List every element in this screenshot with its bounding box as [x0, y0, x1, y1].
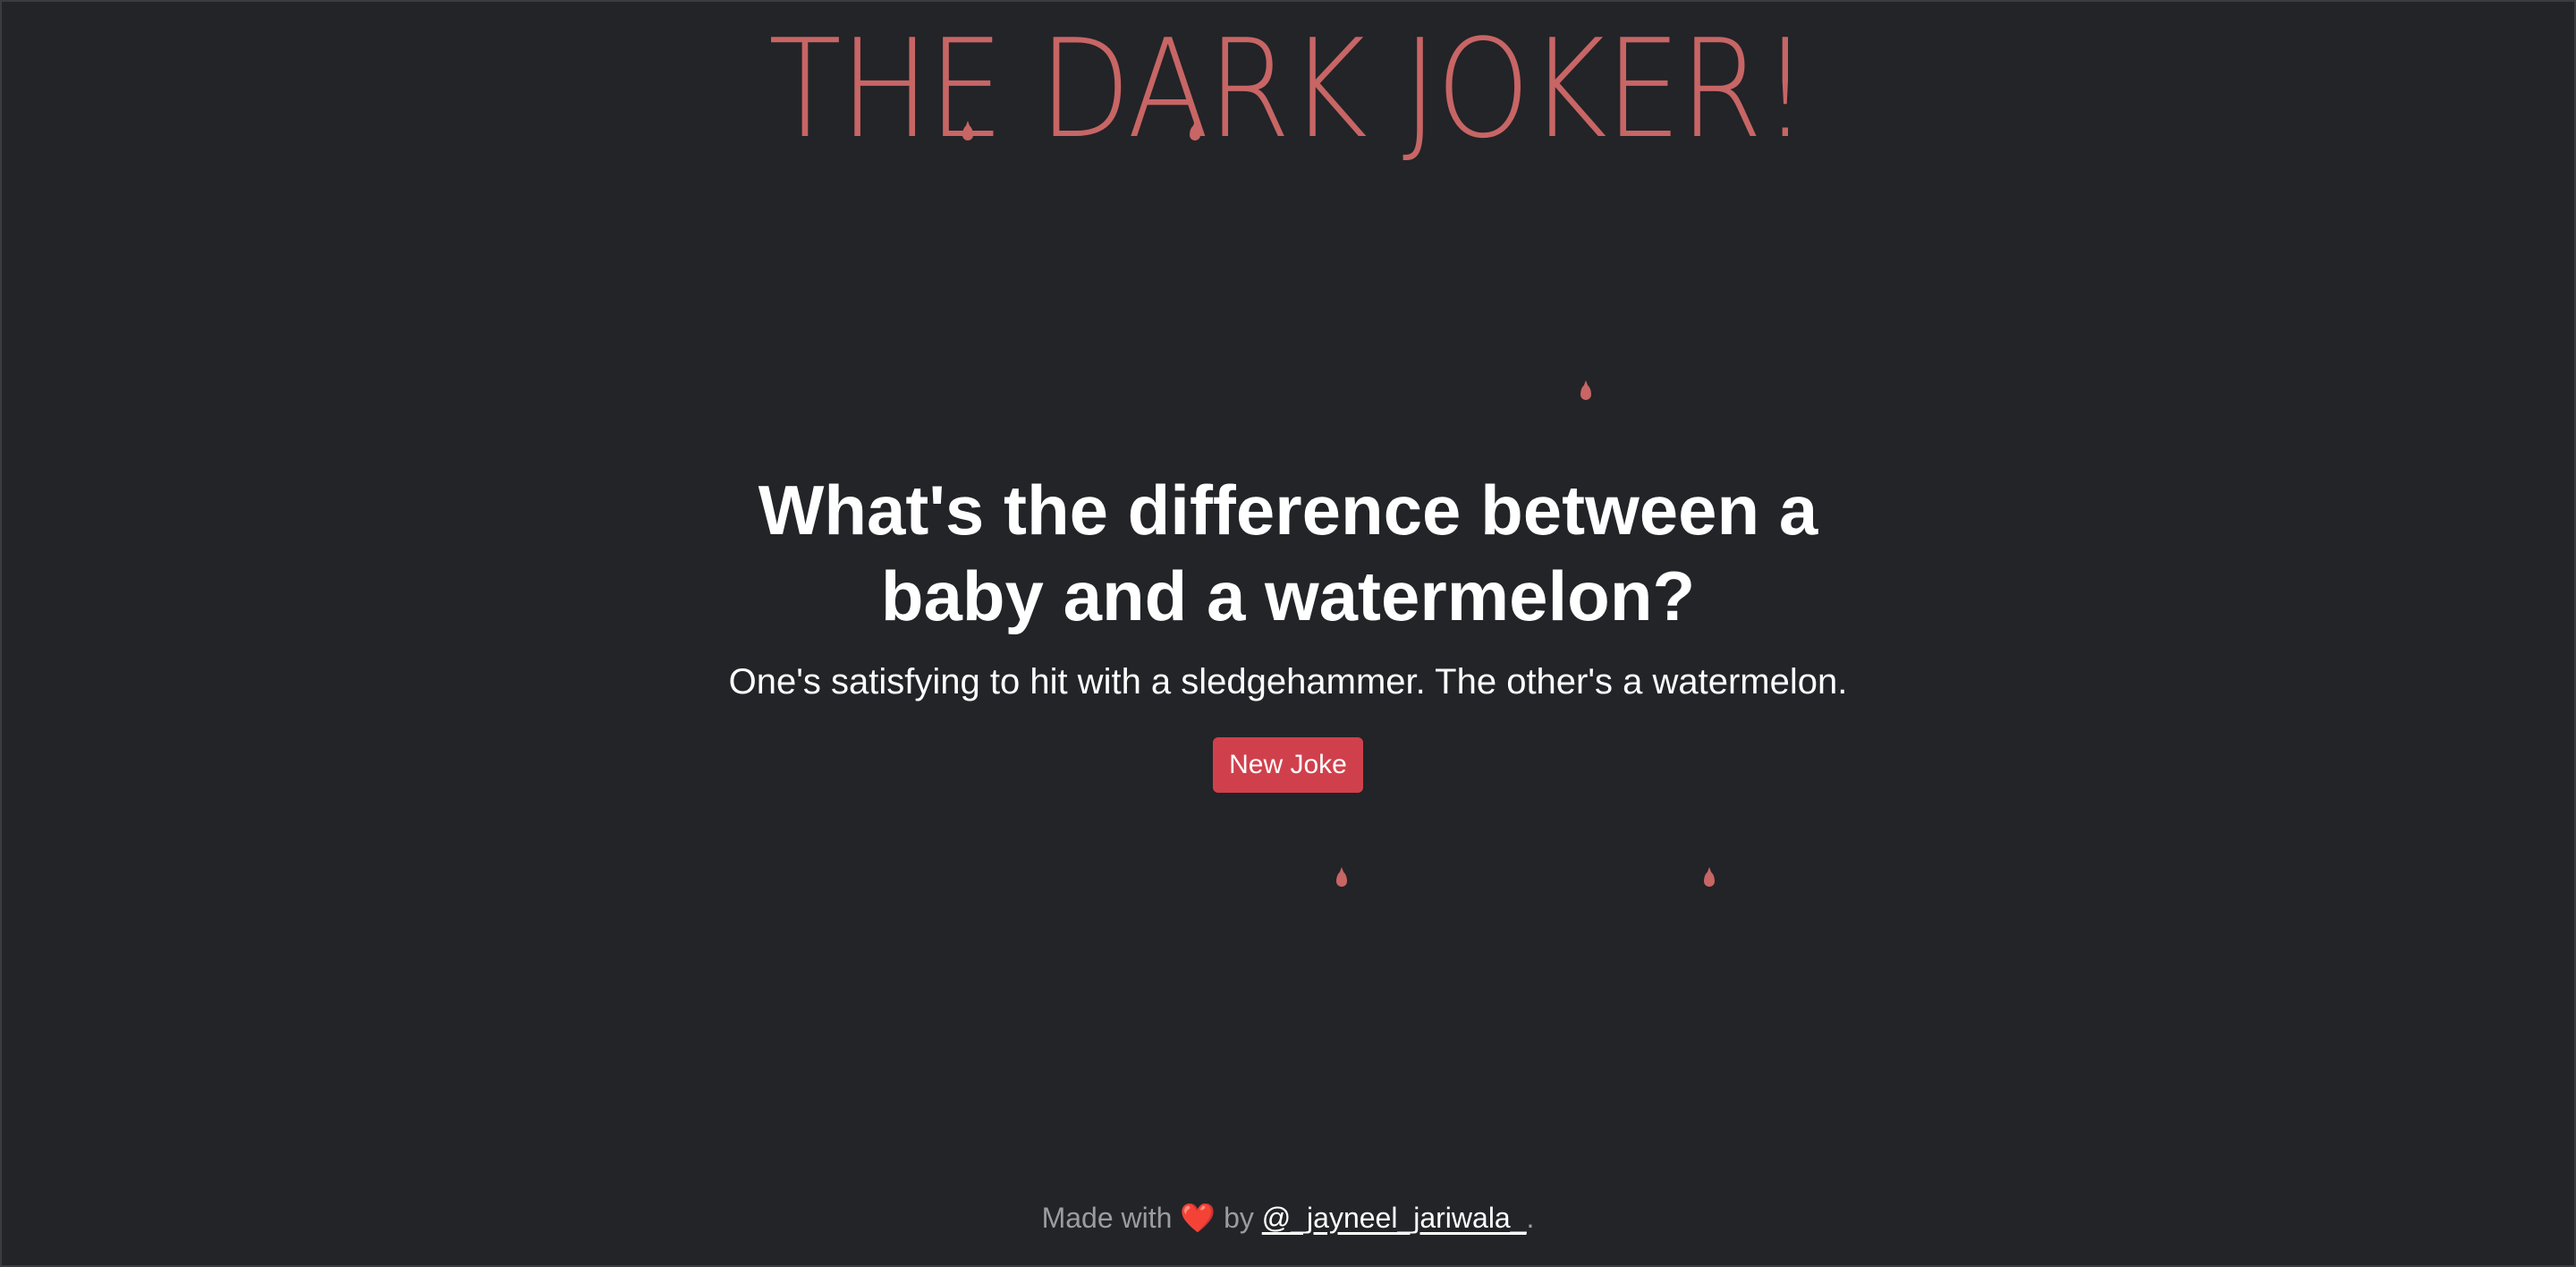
page: { "header": { "brand": "THE DARK JOKER!"… — [0, 0, 2576, 1267]
new-joke-button[interactable]: New Joke — [1213, 737, 1363, 793]
author-link[interactable]: @_jayneel_jariwala_ — [1262, 1202, 1527, 1234]
blood-drop-icon — [1704, 872, 1715, 887]
footer-made-with: Made with — [1041, 1202, 1173, 1234]
blood-drop-icon — [1580, 385, 1591, 400]
footer: Made with ❤️ by @_jayneel_jariwala_. — [2, 1201, 2574, 1235]
joke-answer: One's satisfying to hit with a sledgeham… — [728, 662, 1848, 702]
joke-question: What's the difference between a baby and… — [758, 471, 1818, 635]
site-logo-title: THE DARK JOKER! — [768, 10, 1809, 168]
footer-by: by — [1224, 1202, 1254, 1234]
blood-drop-icon — [1336, 872, 1347, 887]
blood-drop-icon — [962, 125, 973, 140]
footer-period: . — [1526, 1202, 1535, 1234]
heart-icon: ❤️ — [1180, 1202, 1216, 1234]
blood-drop-icon — [1190, 125, 1200, 140]
joke-section: What's the difference between a baby and… — [2, 467, 2574, 793]
